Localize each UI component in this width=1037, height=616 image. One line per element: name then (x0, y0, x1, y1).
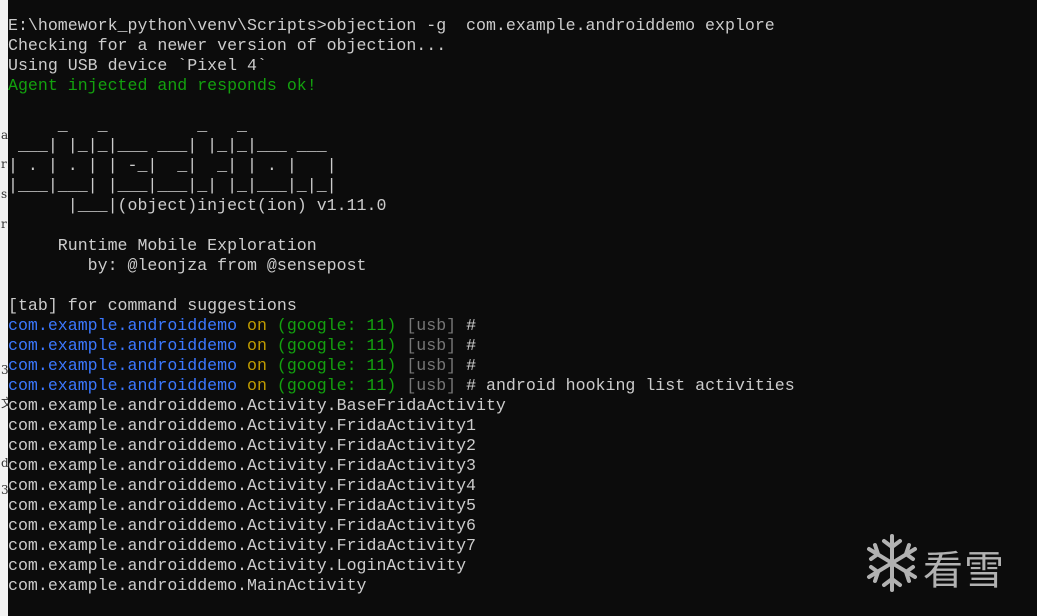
terminal-text: com.example.androiddemo (8, 316, 238, 335)
terminal-line: _ _ _ _ (8, 116, 1037, 136)
terminal-text: by: @leonjza from @sensepost (8, 256, 367, 275)
terminal-line: Runtime Mobile Exploration (8, 236, 1037, 256)
terminal-line: com.example.androiddemo on (google: 11) … (8, 356, 1037, 376)
terminal-text: com.example.androiddemo.Activity.LoginAc… (8, 556, 467, 575)
terminal-text: Runtime Mobile Exploration (8, 236, 317, 255)
strip-char: 3 (1, 483, 8, 497)
terminal-text: # (456, 356, 477, 375)
terminal-line: com.example.androiddemo.Activity.FridaAc… (8, 436, 1037, 456)
terminal-text: (google: 11) (276, 356, 397, 375)
terminal-text: com.example.androiddemo.Activity.FridaAc… (8, 516, 477, 535)
terminal-line: com.example.androiddemo on (google: 11) … (8, 336, 1037, 356)
terminal-text: com.example.androiddemo (8, 356, 238, 375)
watermark-text: 看雪 (923, 548, 1005, 594)
terminal-line: E:\homework_python\venv\Scripts>objectio… (8, 16, 1037, 36)
terminal-text: Agent injected and responds ok! (8, 76, 317, 95)
terminal-text: | . | . | | -_| _| _| | . | | (8, 156, 337, 175)
terminal-text: [usb] (396, 356, 457, 375)
terminal-text: com.example.androiddemo.Activity.FridaAc… (8, 496, 477, 515)
strip-char: r (1, 157, 7, 171)
strip-char: d (1, 456, 8, 470)
snowflake-icon (867, 534, 917, 592)
terminal-text: |___|___| |___|___|_| |_|___|_|_| (8, 176, 337, 195)
terminal-line: |___|(object)inject(ion) v1.11.0 (8, 196, 1037, 216)
terminal-line: ___| |_|_|___ ___| |_|_|___ ___ (8, 136, 1037, 156)
terminal-text: _ _ _ _ (8, 116, 247, 135)
terminal-line: com.example.androiddemo.Activity.FridaAc… (8, 496, 1037, 516)
terminal-text: com.example.androiddemo.Activity.BaseFri… (8, 396, 506, 415)
terminal-output[interactable]: E:\homework_python\venv\Scripts>objectio… (8, 16, 1037, 616)
terminal-text: com.example.androiddemo.Activity.FridaAc… (8, 436, 477, 455)
terminal-line: com.example.androiddemo.Activity.BaseFri… (8, 396, 1037, 416)
terminal-text: com.example.androiddemo.Activity.FridaAc… (8, 536, 477, 555)
terminal-line: Checking for a newer version of objectio… (8, 36, 1037, 56)
strip-char: a (1, 128, 8, 142)
terminal-line: Using USB device `Pixel 4` (8, 56, 1037, 76)
terminal-text: (google: 11) (276, 376, 397, 395)
terminal-text: com.example.androiddemo.MainActivity (8, 576, 367, 595)
strip-char: s (1, 187, 8, 201)
terminal-text: [usb] (396, 376, 457, 395)
terminal-text: # (456, 316, 477, 335)
terminal-line: com.example.androiddemo.Activity.FridaAc… (8, 416, 1037, 436)
terminal-line: com.example.androiddemo.Activity.FridaAc… (8, 456, 1037, 476)
terminal-text: on (237, 336, 277, 355)
terminal-text: on (237, 316, 277, 335)
terminal-text: Using USB device `Pixel 4` (8, 56, 267, 75)
terminal-text: [usb] (396, 336, 457, 355)
terminal-text: Checking for a newer version of objectio… (8, 36, 447, 55)
terminal-line: Agent injected and responds ok! (8, 76, 1037, 96)
terminal-text: E:\homework_python\venv\Scripts>objectio… (8, 16, 775, 35)
terminal-text: com.example.androiddemo.Activity.FridaAc… (8, 456, 477, 475)
terminal-text: on (237, 356, 277, 375)
kanxue-watermark: 看雪 (863, 528, 1023, 598)
terminal-text: # (456, 336, 477, 355)
terminal-line: [tab] for command suggestions (8, 296, 1037, 316)
terminal-text: (google: 11) (276, 316, 397, 335)
terminal-text: com.example.androiddemo (8, 376, 238, 395)
strip-char: 3 (1, 363, 8, 377)
terminal-text: |___|(object)inject(ion) v1.11.0 (8, 196, 387, 215)
terminal-text: com.example.androiddemo (8, 336, 238, 355)
terminal-text: # android hooking list activities (456, 376, 795, 395)
terminal-text: ___| |_|_|___ ___| |_|_|___ ___ (8, 136, 327, 155)
terminal-line: | . | . | | -_| _| _| | . | | (8, 156, 1037, 176)
strip-char: 文 (1, 396, 8, 410)
terminal-text: com.example.androiddemo.Activity.FridaAc… (8, 476, 477, 495)
terminal-text: com.example.androiddemo.Activity.FridaAc… (8, 416, 477, 435)
terminal-text: on (237, 376, 277, 395)
terminal-text: [tab] for command suggestions (8, 296, 297, 315)
terminal-text: (google: 11) (276, 336, 397, 355)
terminal-text: [usb] (396, 316, 457, 335)
strip-char: r (1, 217, 7, 231)
terminal-line: by: @leonjza from @sensepost (8, 256, 1037, 276)
terminal-line: com.example.androiddemo.Activity.FridaAc… (8, 476, 1037, 496)
terminal-line: com.example.androiddemo on (google: 11) … (8, 376, 1037, 396)
terminal-line: |___|___| |___|___|_| |_|___|_|_| (8, 176, 1037, 196)
terminal-line: com.example.androiddemo on (google: 11) … (8, 316, 1037, 336)
background-window-strip: a r s r 3 文 d 3 (0, 0, 8, 616)
